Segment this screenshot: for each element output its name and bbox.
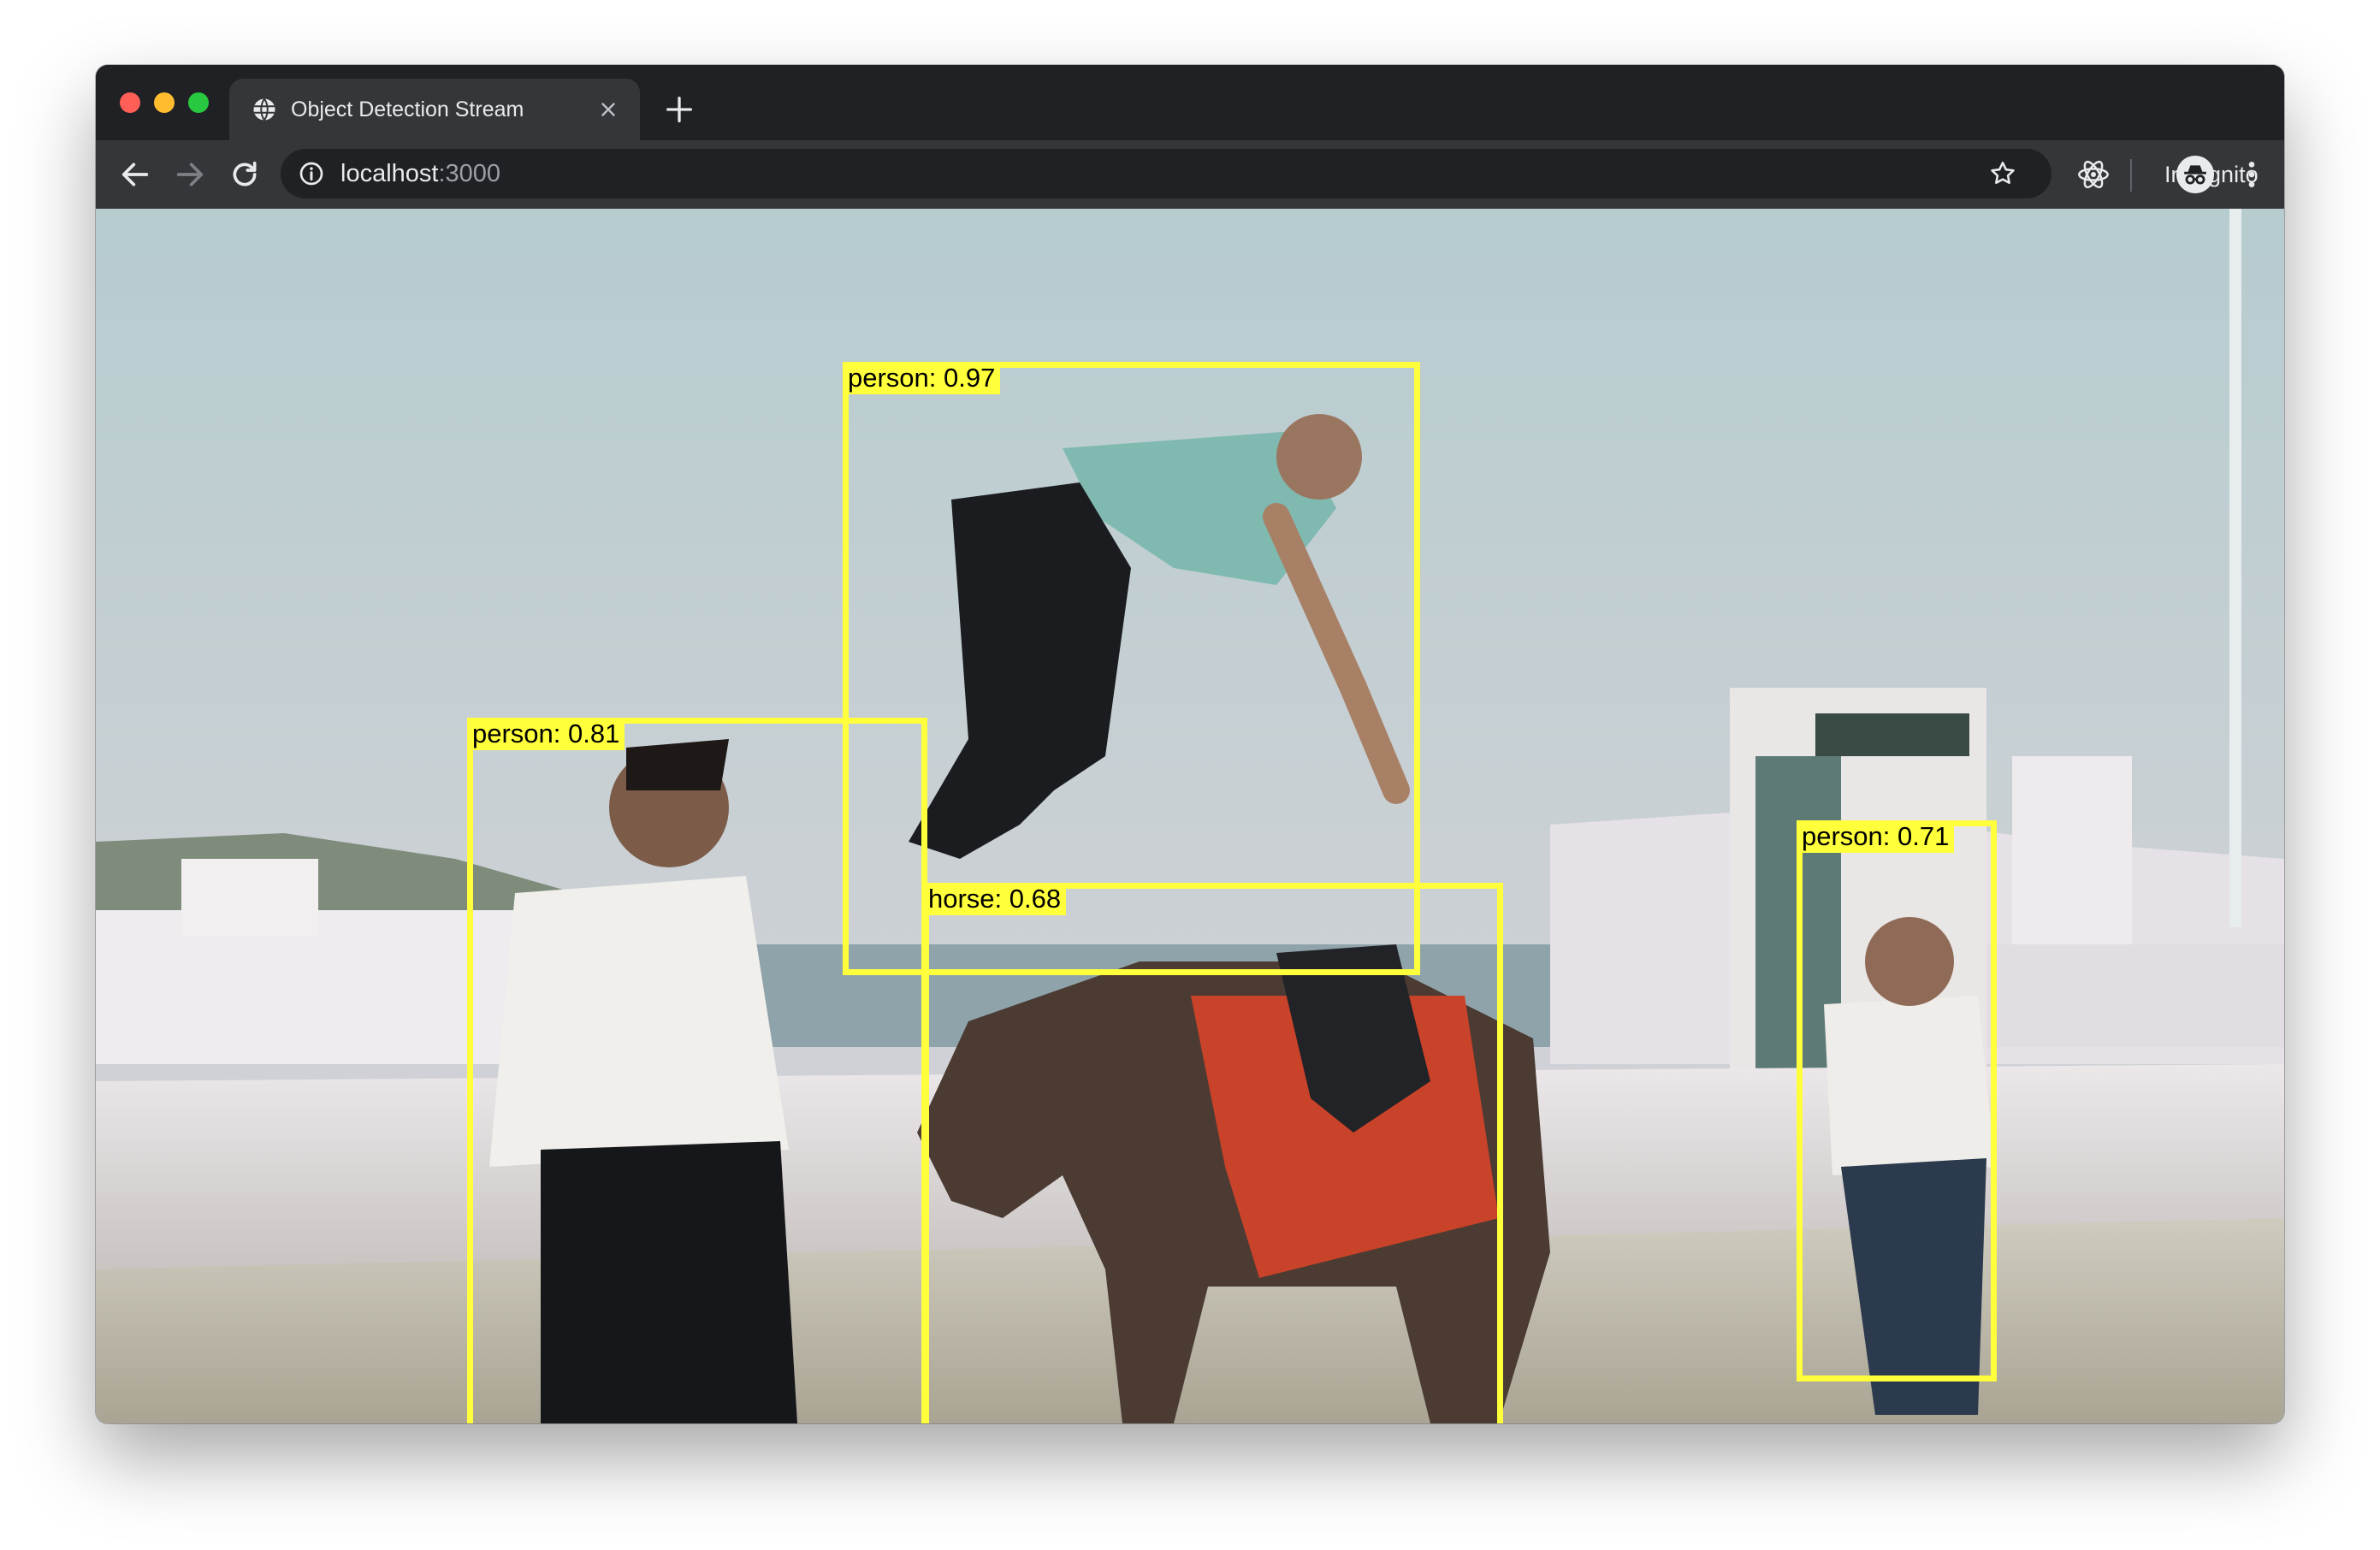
arrow-right-icon[interactable] — [173, 157, 207, 192]
browser-toolbar: localhost:3000 Incognito — [96, 140, 2284, 209]
detection-box: horse: 0.68 — [923, 883, 1503, 1423]
close-icon[interactable] — [597, 98, 619, 121]
detection-label: person: 0.81 — [467, 718, 625, 750]
browser-window: Object Detection Stream localhost:3000 … — [96, 65, 2284, 1423]
url-host: localhost — [340, 159, 439, 187]
reload-icon[interactable] — [228, 157, 262, 192]
toolbar-divider — [2130, 159, 2132, 192]
tab-active[interactable]: Object Detection Stream — [229, 79, 640, 140]
detection-label: person: 0.97 — [843, 362, 1001, 394]
plus-icon[interactable] — [662, 92, 696, 127]
url-port: :3000 — [438, 159, 501, 187]
info-icon[interactable] — [298, 160, 325, 187]
globe-icon — [253, 98, 275, 121]
detection-box: person: 0.71 — [1797, 820, 1997, 1381]
detection-label: person: 0.71 — [1797, 820, 1955, 853]
window-controls — [120, 92, 209, 113]
window-maximize-button[interactable] — [188, 92, 209, 113]
address-bar[interactable]: localhost:3000 — [281, 149, 2051, 198]
video-stream: person: 0.97 person: 0.81 horse: 0.68 pe… — [96, 209, 2284, 1423]
star-icon[interactable] — [1988, 159, 2017, 188]
detection-label: horse: 0.68 — [923, 883, 1067, 915]
tab-strip: Object Detection Stream — [96, 65, 2284, 140]
detection-box: person: 0.81 — [467, 718, 927, 1423]
tab-title: Object Detection Stream — [291, 97, 524, 121]
window-minimize-button[interactable] — [154, 92, 175, 113]
arrow-left-icon[interactable] — [118, 157, 152, 192]
kebab-menu-icon[interactable] — [2235, 157, 2269, 192]
react-icon[interactable] — [2076, 157, 2111, 192]
incognito-icon[interactable] — [2176, 156, 2214, 193]
window-close-button[interactable] — [120, 92, 140, 113]
